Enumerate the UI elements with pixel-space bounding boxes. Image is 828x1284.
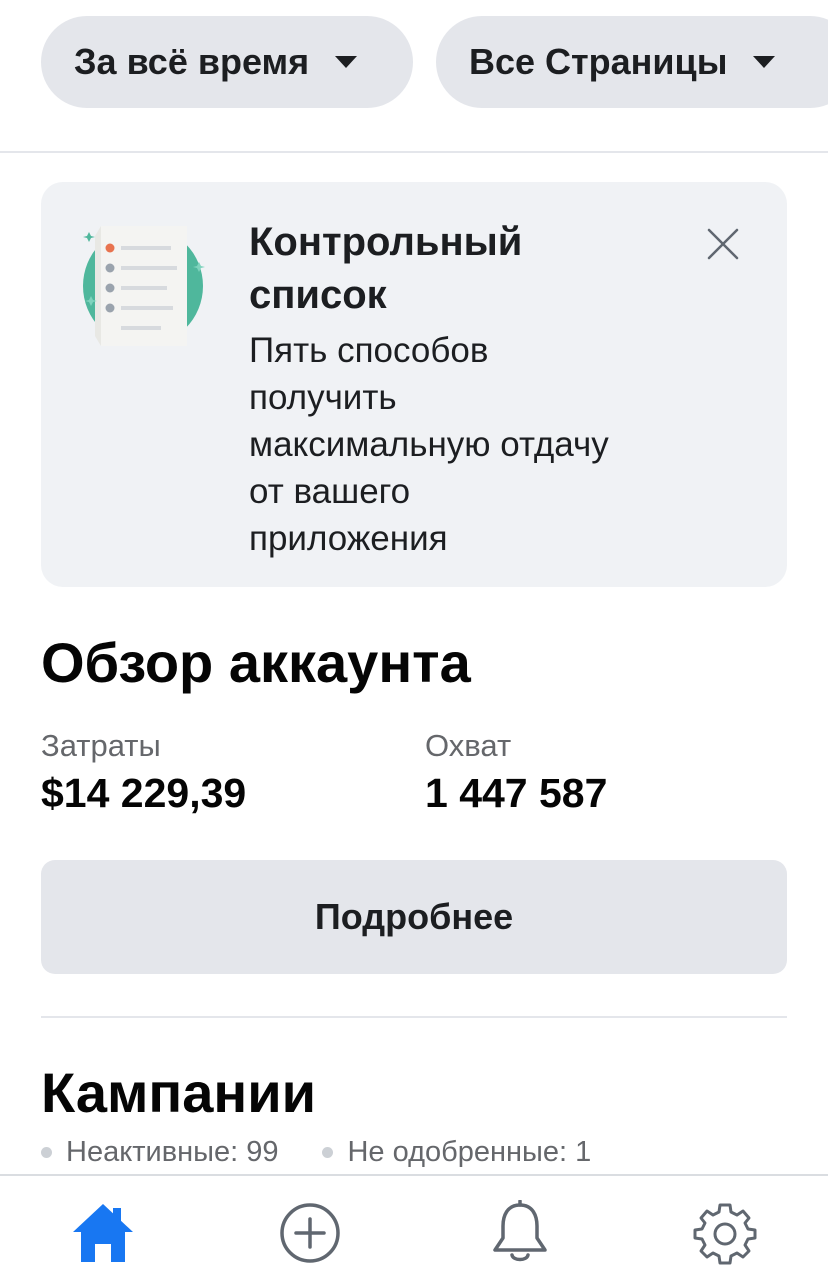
nav-home[interactable] — [68, 1198, 138, 1268]
filter-bar: За всё время Все Страницы — [41, 16, 828, 108]
checklist-illustration-icon — [83, 226, 205, 346]
home-icon — [73, 1204, 133, 1262]
reach-label: Охват — [425, 728, 512, 763]
campaigns-title: Кампании — [41, 1061, 317, 1124]
status-dot — [41, 1147, 52, 1158]
nav-create[interactable] — [275, 1198, 345, 1268]
inactive-label: Неактивные: 99 — [66, 1136, 279, 1168]
plus-circle-icon — [280, 1203, 340, 1263]
more-details-button[interactable]: Подробнее — [41, 860, 787, 974]
campaign-stats: Неактивные: 99 Не одобренные: 1 — [41, 1136, 635, 1169]
not-approved-stat[interactable]: Не одобренные: 1 — [322, 1136, 591, 1169]
account-overview-title: Обзор аккаунта — [41, 631, 471, 694]
bell-icon — [493, 1200, 547, 1262]
pages-dropdown[interactable]: Все Страницы — [436, 16, 828, 108]
divider — [0, 151, 828, 153]
inactive-stat[interactable]: Неактивные: 99 — [41, 1136, 278, 1169]
checklist-card[interactable]: Контрольный список Пять способов получит… — [41, 182, 787, 587]
nav-settings[interactable] — [690, 1198, 760, 1268]
checklist-title: Контрольный список — [249, 220, 523, 317]
bottom-nav — [0, 1176, 828, 1284]
close-icon[interactable] — [701, 222, 745, 266]
nav-notifications[interactable] — [485, 1198, 555, 1268]
status-dot — [322, 1147, 334, 1158]
spend-label: Затраты — [41, 728, 161, 763]
caret-down-icon — [753, 56, 776, 68]
reach-value: 1 447 587 — [425, 770, 608, 816]
caret-down-icon — [335, 56, 358, 68]
gear-icon — [693, 1203, 757, 1265]
not-approved-label: Не одобренные: 1 — [347, 1136, 592, 1168]
checklist-description: Пять способов получить максимальную отда… — [249, 331, 609, 558]
time-range-dropdown[interactable]: За всё время — [41, 16, 413, 108]
spend-value: $14 229,39 — [41, 770, 247, 816]
divider — [41, 1016, 787, 1018]
pages-label: Все Страницы — [469, 41, 728, 82]
time-range-label: За всё время — [74, 41, 310, 82]
